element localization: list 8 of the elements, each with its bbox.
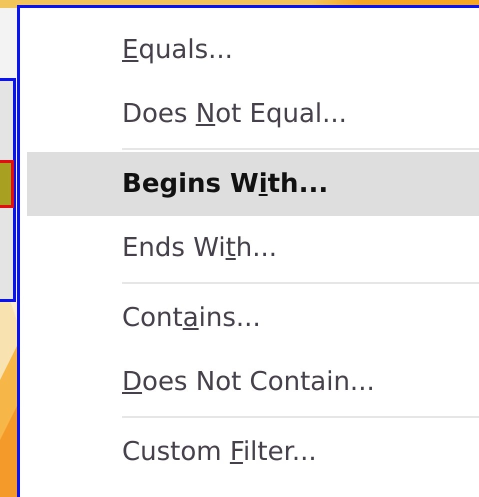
menu-item[interactable]: Custom Filter... [27, 420, 479, 484]
menu-item[interactable]: Does Not Equal... [27, 82, 479, 146]
menu-item[interactable]: Does Not Contain... [27, 350, 479, 414]
menu-item[interactable]: Equals... [27, 18, 479, 82]
menu-item[interactable]: Ends With... [27, 216, 479, 280]
menu-item[interactable]: Contains... [27, 286, 479, 350]
menu-item[interactable]: Begins With... [27, 152, 479, 216]
highlight-marker [0, 160, 14, 208]
